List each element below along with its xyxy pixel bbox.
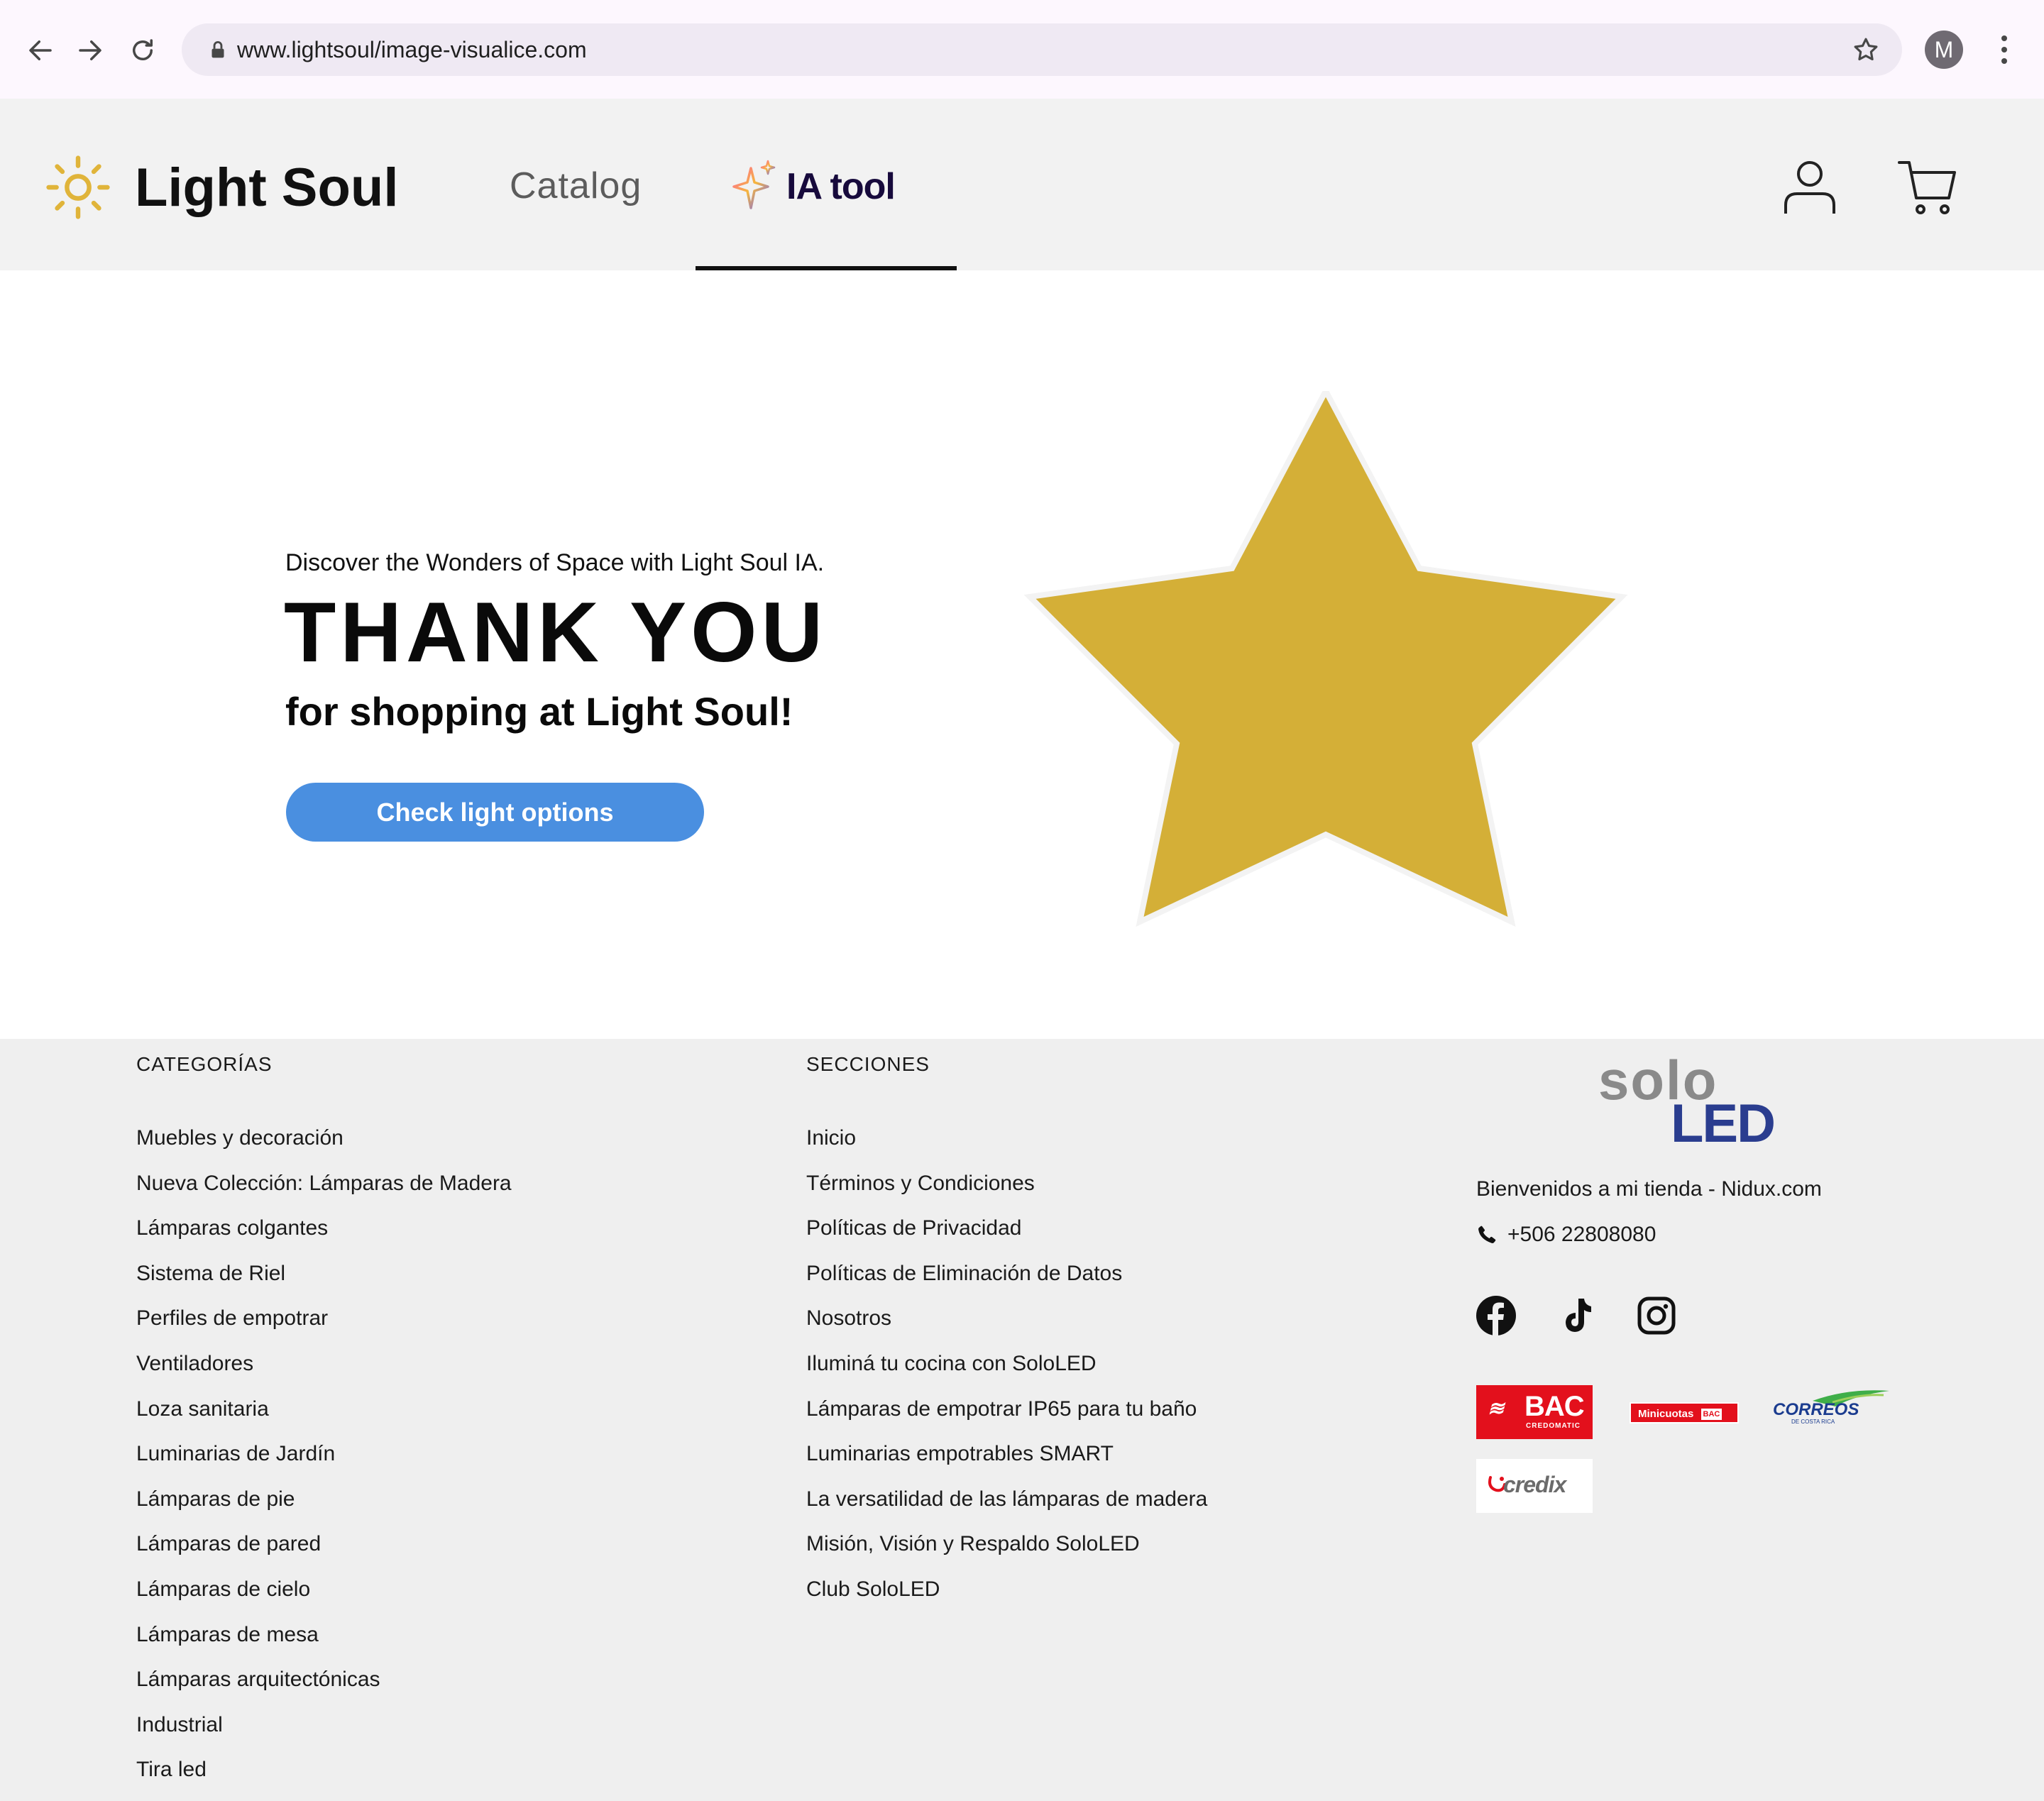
lock-icon[interactable] [206,38,230,62]
reload-icon [133,39,153,60]
footer-section-link[interactable]: Inicio [806,1124,1207,1169]
address-bar[interactable]: www.lightsoul/image-visualice.com [182,23,1902,76]
shopping-cart-icon[interactable] [1898,158,1957,216]
footer-category-link[interactable]: Loza sanitaria [136,1395,512,1441]
star-illustration [1023,391,1628,927]
browser-menu-button[interactable] [1990,33,2018,67]
footer-section-link[interactable]: Políticas de Privacidad [806,1214,1207,1260]
footer-section-link[interactable]: Lámparas de empotrar IP65 para tu baño [806,1395,1207,1441]
credix-logo-text: credix [1503,1472,1566,1497]
sparkle-icon [732,160,776,209]
footer-section-link[interactable]: La versatilidad de las lámparas de mader… [806,1485,1207,1531]
footer-category-link[interactable]: Lámparas de pie [136,1485,512,1531]
footer-section-link[interactable]: Iluminá tu cocina con SoloLED [806,1350,1207,1395]
minicuotas-badge: BAC [1700,1409,1722,1421]
arrow-right-icon [79,40,101,60]
tiktok-icon[interactable] [1556,1294,1598,1337]
site-footer: CATEGORÍAS Muebles y decoración Nueva Col… [0,1039,2044,1801]
footer-section-link[interactable]: Luminarias empotrables SMART [806,1440,1207,1485]
hero-title: THANK YOU [284,585,828,680]
profile-avatar[interactable]: M [1925,31,1963,69]
footer-sections-list: Inicio Términos y Condiciones Políticas de… [806,1124,1207,1621]
store-phone[interactable]: +506 22808080 [1476,1221,1656,1249]
star-outline-icon[interactable] [1851,35,1881,65]
footer-category-link[interactable]: Sistema de Riel [136,1260,512,1305]
hero-subtitle: for shopping at Light Soul! [285,689,793,734]
footer-section-link[interactable]: Términos y Condiciones [806,1169,1207,1215]
footer-sections-heading: SECCIONES [806,1053,930,1075]
url-text[interactable]: www.lightsoul/image-visualice.com [237,23,587,76]
footer-category-link[interactable]: Lámparas arquitectónicas [136,1665,512,1711]
footer-category-link[interactable]: Lámparas colgantes [136,1214,512,1260]
hero-kicker: Discover the Wonders of Space with Light… [285,549,825,576]
footer-section-link[interactable]: Políticas de Eliminación de Datos [806,1260,1207,1305]
arrow-left-icon [29,40,52,60]
sololed-logo[interactable]: solo LED [1598,1052,1776,1152]
hero-section: Discover the Wonders of Space with Light… [0,270,2044,1039]
footer-category-link[interactable]: Nueva Colección: Lámparas de Madera [136,1169,512,1215]
footer-category-link[interactable]: Industrial [136,1711,512,1756]
reload-button[interactable] [121,28,165,72]
user-account-icon[interactable] [1781,158,1838,216]
correos-logo-text: CORREOS [1773,1400,1859,1419]
bac-mark-icon: ≋ [1488,1397,1505,1419]
instagram-icon[interactable] [1635,1294,1678,1337]
nav-catalog-link[interactable]: Catalog [510,161,642,211]
correos-costa-rica-logo: CORREOS DE COSTA RICA [1773,1390,1889,1425]
store-welcome-text: Bienvenidos a mi tienda - Nidux.com [1476,1177,1822,1201]
nav-ia-tool-link[interactable]: IA tool [731,158,896,215]
footer-category-link[interactable]: Lámparas de pared [136,1530,512,1575]
footer-category-link[interactable]: Ventiladores [136,1350,512,1395]
phone-icon [1478,1226,1496,1243]
sun-icon[interactable] [45,155,111,220]
footer-section-link[interactable]: Misión, Visión y Respaldo SoloLED [806,1530,1207,1575]
footer-categories-list: Muebles y decoración Nueva Colección: Lám… [136,1124,512,1801]
dot-icon [2001,35,2007,41]
footer-category-link[interactable]: Lámparas de cielo [136,1575,512,1621]
footer-category-link[interactable]: Muebles y decoración [136,1124,512,1169]
footer-category-link[interactable]: Lámparas de mesa [136,1621,512,1666]
minicuotas-logo: Minicuotas BAC [1630,1402,1739,1423]
correos-logo-subtext: DE COSTA RICA [1791,1419,1835,1425]
store-phone-number: +506 22808080 [1507,1223,1656,1246]
browser-chrome: www.lightsoul/image-visualice.com M [0,0,2044,99]
footer-category-link[interactable]: Luminarias de Jardín [136,1440,512,1485]
brand-logo-text[interactable]: Light Soul [135,153,398,224]
dot-icon [2001,47,2007,53]
footer-category-link[interactable]: Perfiles de empotrar [136,1304,512,1350]
footer-section-link[interactable]: Club SoloLED [806,1575,1207,1621]
facebook-icon[interactable] [1475,1294,1517,1337]
check-light-options-button[interactable]: Check light options [286,783,704,842]
footer-category-link[interactable]: Tira led [136,1756,512,1801]
footer-categories-heading: CATEGORÍAS [136,1053,273,1075]
sololed-logo-bottom: LED [1671,1094,1776,1154]
bac-logo-subtext: CREDOMATIC [1526,1422,1581,1430]
dot-icon [2001,58,2007,64]
forward-button[interactable] [68,28,112,72]
credix-logo: credix [1476,1459,1593,1513]
footer-section-link[interactable]: Nosotros [806,1304,1207,1350]
nav-ia-tool-label: IA tool [786,166,896,207]
site-header: Light Soul Catalog IA tool [0,99,2044,270]
minicuotas-text: Minicuotas [1638,1408,1694,1420]
bac-logo-text: BAC [1524,1391,1585,1422]
bac-credomatic-logo: ≋ BAC CREDOMATIC [1476,1385,1593,1439]
back-button[interactable] [18,28,62,72]
